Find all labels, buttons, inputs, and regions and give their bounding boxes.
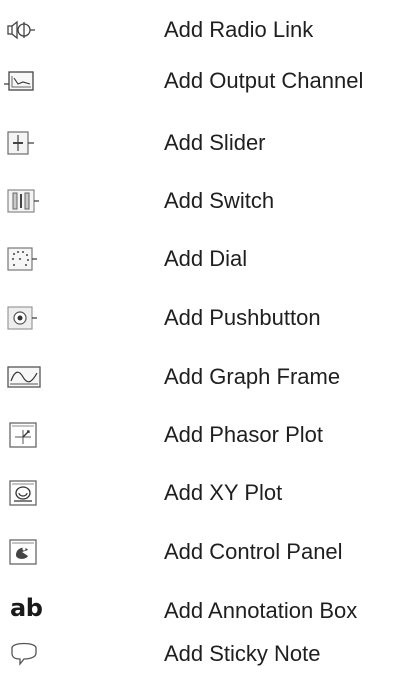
menu-item-label: Add Annotation Box: [164, 598, 358, 623]
phasor-plot-icon: [4, 420, 48, 450]
menu-item-label: Add Radio Link: [164, 17, 314, 42]
pushbutton-icon: [4, 303, 48, 333]
menu-item-add-control-panel[interactable]: Add Control Panel: [0, 532, 410, 572]
annotation-box-icon: ab: [4, 594, 48, 626]
sticky-note-icon: [4, 639, 48, 669]
menu-item-add-output-channel[interactable]: Add Output Channel: [0, 61, 410, 101]
menu-item-label: Add XY Plot: [164, 480, 283, 505]
menu-item-label: Add Dial: [164, 246, 248, 271]
menu-item-add-switch[interactable]: Add Switch: [0, 181, 410, 221]
menu-item-add-phasor-plot[interactable]: Add Phasor Plot: [0, 415, 410, 455]
menu-item-label: Add Sticky Note: [164, 641, 321, 666]
menu-item-label: Add Phasor Plot: [164, 422, 323, 447]
menu-item-label: Add Graph Frame: [164, 364, 341, 389]
menu-item-add-pushbutton[interactable]: Add Pushbutton: [0, 298, 410, 338]
menu-item-add-radio-link[interactable]: Add Radio Link: [0, 10, 410, 50]
menu-item-label: Add Control Panel: [164, 539, 343, 564]
slider-icon: [4, 128, 48, 158]
menu-item-add-xy-plot[interactable]: Add XY Plot: [0, 473, 410, 513]
radio-link-icon: [4, 15, 48, 45]
output-channel-icon: [4, 66, 48, 96]
menu-item-add-dial[interactable]: Add Dial: [0, 239, 410, 279]
menu-item-add-slider[interactable]: Add Slider: [0, 123, 410, 163]
menu-item-label: Add Slider: [164, 130, 266, 155]
control-panel-icon: [4, 537, 48, 567]
menu-item-add-graph-frame[interactable]: Add Graph Frame: [0, 357, 410, 397]
switch-icon: [4, 186, 48, 216]
menu-item-label: Add Switch: [164, 188, 275, 213]
menu-item-add-annotation-box[interactable]: ab Add Annotation Box: [0, 591, 410, 631]
graph-frame-icon: [4, 362, 48, 392]
menu-item-label: Add Pushbutton: [164, 305, 321, 330]
menu-item-label: Add Output Channel: [164, 68, 364, 93]
annotation-box-glyph: ab: [10, 594, 43, 622]
dial-icon: [4, 244, 48, 274]
menu-item-add-sticky-note[interactable]: Add Sticky Note: [0, 634, 410, 674]
xy-plot-icon: [4, 478, 48, 508]
